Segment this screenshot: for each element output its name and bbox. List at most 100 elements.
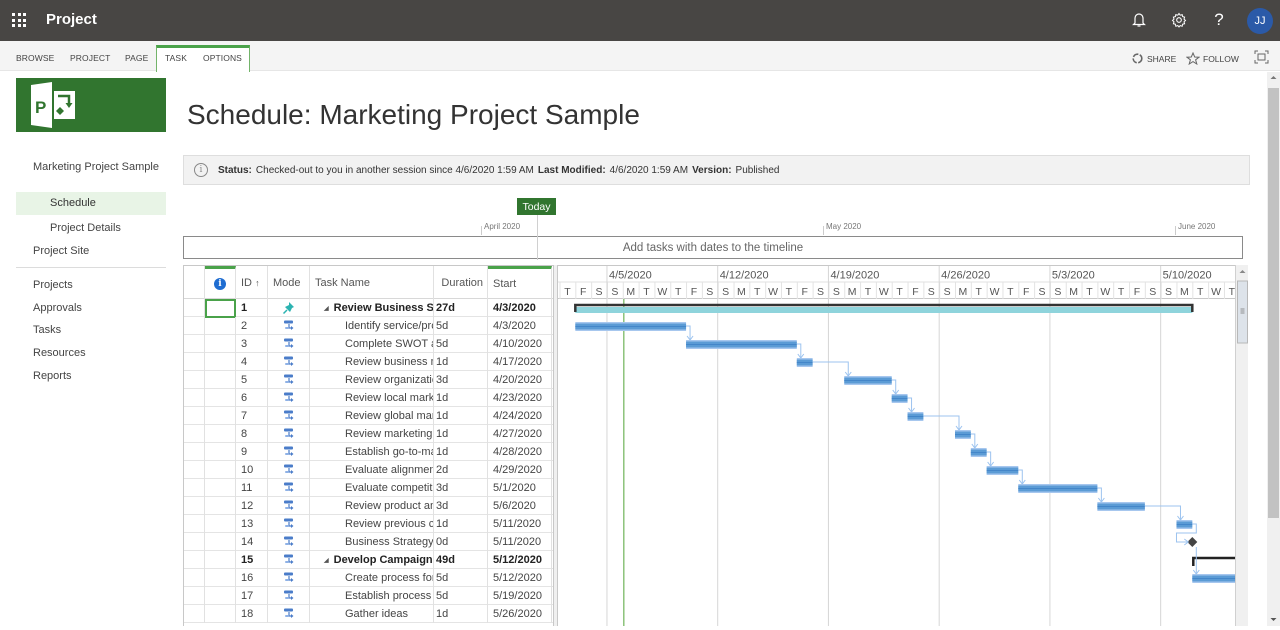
column-header-mode[interactable]: Mode [268,266,310,299]
indicators-cell[interactable] [205,533,236,551]
gear-icon[interactable] [1169,10,1189,30]
start-cell[interactable]: 4/23/2020 [488,389,552,407]
duration-cell[interactable]: 5d [434,317,488,335]
duration-cell[interactable]: 1d [434,425,488,443]
id-cell[interactable]: 5 [236,371,268,389]
indicators-cell[interactable] [205,389,236,407]
task-name-cell[interactable]: Review product an [310,497,434,515]
row-selector[interactable] [184,515,205,533]
indicators-cell[interactable] [205,479,236,497]
gantt-vertical-scrollbar[interactable] [1235,265,1248,626]
duration-cell[interactable]: 3d [434,497,488,515]
start-cell[interactable]: 5/26/2020 [488,605,552,623]
start-cell[interactable]: 4/20/2020 [488,371,552,389]
duration-cell[interactable]: 3d [434,479,488,497]
tab-browse[interactable]: BROWSE [16,53,54,63]
mode-cell[interactable] [268,299,310,317]
id-cell[interactable]: 15 [236,551,268,569]
start-cell[interactable]: 4/24/2020 [488,407,552,425]
task-name-cell[interactable]: ◢ Develop Campaign [310,551,434,569]
duration-cell[interactable]: 1d [434,443,488,461]
indicators-cell[interactable] [205,335,236,353]
start-cell[interactable]: 5/19/2020 [488,587,552,605]
row-selector[interactable] [184,551,205,569]
nav-item-project-site[interactable]: Project Site [16,244,166,258]
duration-cell[interactable]: 49d [434,551,488,569]
column-header-start[interactable]: Start [488,266,552,299]
task-name-cell[interactable]: Create process for [310,569,434,587]
row-selector[interactable] [184,479,205,497]
row-selector[interactable] [184,569,205,587]
task-name-cell[interactable]: Establish process f [310,587,434,605]
start-cell[interactable]: 4/27/2020 [488,425,552,443]
share-button[interactable]: SHARE [1131,52,1176,65]
id-cell[interactable]: 18 [236,605,268,623]
id-cell[interactable]: 16 [236,569,268,587]
start-cell[interactable]: 5/6/2020 [488,497,552,515]
id-cell[interactable]: 6 [236,389,268,407]
duration-cell[interactable]: 1d [434,407,488,425]
start-cell[interactable]: 4/3/2020 [488,317,552,335]
start-cell[interactable]: 4/10/2020 [488,335,552,353]
row-selector[interactable] [184,317,205,335]
table-row[interactable]: 1 ◢ Review Business Str 27d 4/3/2020 [184,299,553,318]
duration-cell[interactable]: 1d [434,515,488,533]
table-row[interactable]: 17 Establish process f 5d 5/19/2020 [184,587,553,605]
column-header-task-name[interactable]: Task Name [310,266,434,299]
collapse-icon[interactable]: ◢ [324,557,329,564]
column-header-duration[interactable]: Duration [434,266,488,299]
collapse-icon[interactable]: ◢ [324,305,329,312]
task-name-cell[interactable]: Evaluate alignmen [310,461,434,479]
mode-cell[interactable] [268,443,310,461]
waffle-icon[interactable] [12,13,26,27]
duration-cell[interactable]: 0d [434,533,488,551]
table-row[interactable]: 18 Gather ideas 1d 5/26/2020 [184,605,553,623]
table-row[interactable]: 14 Business Strategy I 0d 5/11/2020 [184,533,553,551]
row-selector[interactable] [184,497,205,515]
start-cell[interactable]: 4/28/2020 [488,443,552,461]
tab-task[interactable]: TASK [165,53,187,63]
start-cell[interactable]: 4/29/2020 [488,461,552,479]
id-cell[interactable]: 9 [236,443,268,461]
id-cell[interactable]: 7 [236,407,268,425]
table-row[interactable]: 6 Review local marke 1d 4/23/2020 [184,389,553,407]
task-name-cell[interactable]: Evaluate competiti [310,479,434,497]
indicators-cell[interactable] [205,497,236,515]
mode-cell[interactable] [268,551,310,569]
id-cell[interactable]: 10 [236,461,268,479]
indicators-cell[interactable] [205,425,236,443]
indicators-cell[interactable] [205,353,236,371]
mode-cell[interactable] [268,497,310,515]
table-row[interactable]: 8 Review marketing 1d 4/27/2020 [184,425,553,443]
indicators-column-header[interactable]: i [205,266,236,299]
row-selector[interactable] [184,353,205,371]
nav-item-project-details[interactable]: Project Details [16,221,166,235]
id-cell[interactable]: 14 [236,533,268,551]
indicators-cell[interactable] [205,461,236,479]
row-selector[interactable] [184,461,205,479]
start-cell[interactable]: 4/17/2020 [488,353,552,371]
mode-cell[interactable] [268,515,310,533]
id-cell[interactable]: 8 [236,425,268,443]
mode-cell[interactable] [268,389,310,407]
indicators-cell[interactable] [205,605,236,623]
start-cell[interactable]: 5/1/2020 [488,479,552,497]
nav-item-tasks[interactable]: Tasks [16,323,166,337]
id-cell[interactable]: 13 [236,515,268,533]
id-cell[interactable]: 2 [236,317,268,335]
table-row[interactable]: 16 Create process for 5d 5/12/2020 [184,569,553,587]
task-name-cell[interactable]: Review organizatic [310,371,434,389]
nav-item-schedule[interactable]: Schedule [16,192,166,215]
tab-project[interactable]: PROJECT [70,53,110,63]
id-cell[interactable]: 11 [236,479,268,497]
duration-cell[interactable]: 2d [434,461,488,479]
indicators-cell[interactable] [205,299,236,318]
mode-cell[interactable] [268,587,310,605]
indicators-cell[interactable] [205,407,236,425]
mode-cell[interactable] [268,461,310,479]
mode-cell[interactable] [268,533,310,551]
task-name-cell[interactable]: Review previous ca [310,515,434,533]
table-row[interactable]: 11 Evaluate competiti 3d 5/1/2020 [184,479,553,497]
task-name-cell[interactable]: ◢ Review Business Str [310,299,434,317]
row-selector[interactable] [184,533,205,551]
